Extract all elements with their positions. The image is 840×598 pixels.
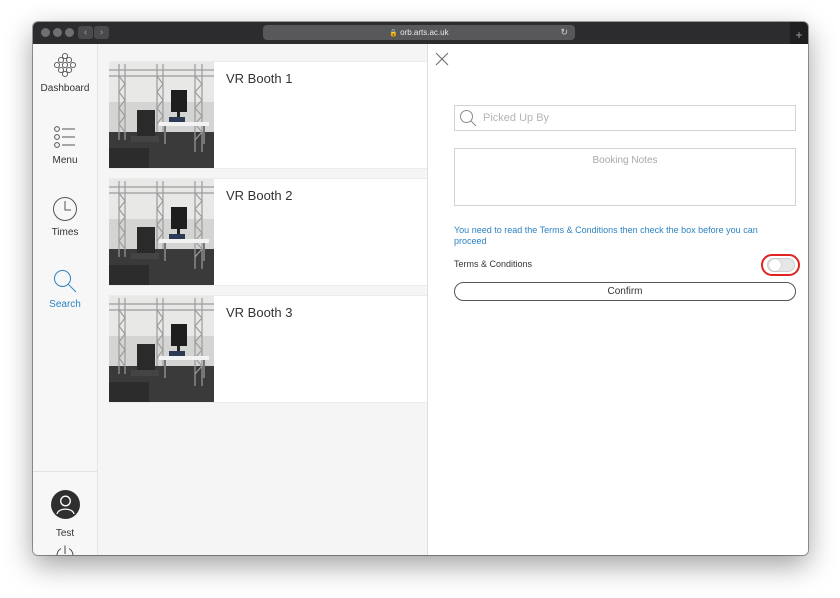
resource-list: VR Booth 1 VR Booth 2 VR Booth 3 [98, 44, 428, 555]
new-tab-button[interactable]: + [790, 22, 808, 44]
user-name: Test [55, 528, 75, 539]
back-button[interactable]: ‹ [78, 26, 93, 39]
reload-icon[interactable]: ↻ [560, 25, 568, 40]
zoom-window-icon[interactable] [65, 28, 74, 37]
resource-name: VR Booth 3 [226, 305, 293, 320]
search-icon [460, 110, 477, 127]
dashboard-icon [53, 52, 77, 78]
booth-photo [109, 62, 214, 168]
sidebar-item-dashboard[interactable]: Dashboard [33, 52, 97, 94]
booking-notes-textarea[interactable] [455, 149, 795, 205]
sidebar-label-times: Times [51, 227, 79, 238]
sidebar-item-search[interactable]: Search [33, 268, 97, 310]
clock-icon [53, 197, 77, 221]
address-bar[interactable]: 🔒 orb.arts.ac.uk ↻ [263, 25, 575, 40]
confirm-button[interactable]: Confirm [454, 282, 796, 301]
sidebar-label-search: Search [49, 299, 81, 310]
search-icon [54, 270, 77, 293]
booking-panel: You need to read the Terms & Conditions … [428, 44, 808, 555]
close-icon[interactable] [435, 52, 449, 66]
minimize-window-icon[interactable] [53, 28, 62, 37]
sidebar-divider [33, 471, 97, 472]
power-icon[interactable] [55, 544, 75, 555]
menu-list-icon [54, 126, 75, 148]
resource-card[interactable]: VR Booth 3 [109, 295, 427, 403]
toggle-knob[interactable] [769, 259, 781, 271]
browser-titlebar: ‹ › 🔒 orb.arts.ac.uk ↻ + [33, 22, 808, 45]
sidebar-item-menu[interactable]: Menu [33, 124, 97, 166]
url-text: orb.arts.ac.uk [400, 28, 449, 37]
booth-photo [109, 296, 214, 402]
resource-name: VR Booth 2 [226, 188, 293, 203]
resource-card[interactable]: VR Booth 2 [109, 178, 427, 286]
terms-label: Terms & Conditions [454, 259, 533, 269]
picked-up-by-input[interactable] [483, 109, 783, 126]
forward-button[interactable]: › [94, 26, 109, 39]
user-avatar-icon[interactable] [51, 490, 80, 519]
sidebar-item-times[interactable]: Times [33, 196, 97, 238]
booking-notes-field[interactable] [454, 148, 796, 206]
browser-window: ‹ › 🔒 orb.arts.ac.uk ↻ + Dashboard Menu … [33, 22, 808, 555]
lock-icon: 🔒 [389, 30, 399, 37]
booth-photo [109, 179, 214, 285]
resource-name: VR Booth 1 [226, 71, 293, 86]
close-window-icon[interactable] [41, 28, 50, 37]
picked-up-by-field[interactable] [454, 105, 796, 131]
resource-card[interactable]: VR Booth 1 [109, 61, 427, 169]
sidebar-label-menu: Menu [52, 155, 78, 166]
terms-toggle[interactable] [767, 258, 795, 272]
terms-notice: You need to read the Terms & Conditions … [454, 225, 758, 246]
sidebar-label-dashboard: Dashboard [40, 83, 90, 94]
sidebar: Dashboard Menu Times Search Test [33, 44, 98, 555]
